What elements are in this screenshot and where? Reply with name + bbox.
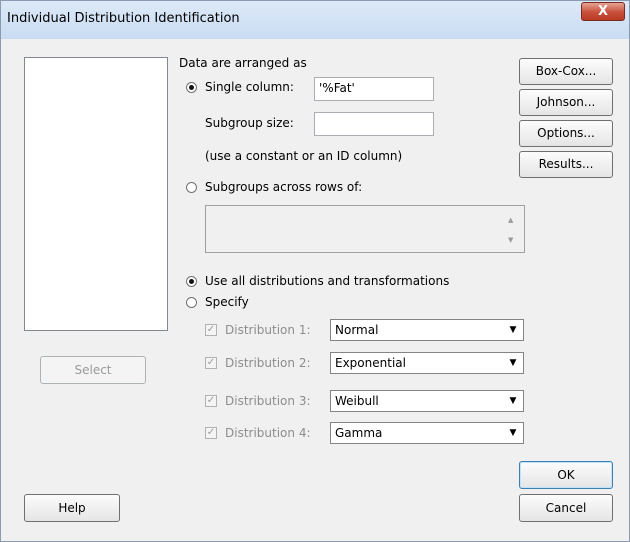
distribution-3-value: Weibull xyxy=(335,394,379,408)
distribution-4-checkbox[interactable]: ✓ xyxy=(205,427,217,439)
chevron-down-icon[interactable]: ▼ xyxy=(503,424,522,442)
use-all-label: Use all distributions and transformation… xyxy=(205,274,450,288)
distribution-3-label: Distribution 3: xyxy=(225,394,311,408)
distribution-1-select[interactable]: Normal ▼ xyxy=(330,319,524,341)
subgroups-rows-label: Subgroups across rows of: xyxy=(205,180,363,194)
distribution-4-select[interactable]: Gamma ▼ xyxy=(330,422,524,444)
box-cox-button[interactable]: Box-Cox... xyxy=(519,58,613,85)
johnson-button[interactable]: Johnson... xyxy=(519,89,613,116)
distribution-1-value: Normal xyxy=(335,323,379,337)
single-column-input[interactable]: '%Fat' xyxy=(314,77,434,101)
cancel-button[interactable]: Cancel xyxy=(519,494,613,522)
specify-label: Specify xyxy=(205,295,249,309)
distribution-2-checkbox[interactable]: ✓ xyxy=(205,357,217,369)
distribution-2-label: Distribution 2: xyxy=(225,356,311,370)
distribution-4-label: Distribution 4: xyxy=(225,426,311,440)
single-column-radio[interactable] xyxy=(186,82,197,93)
scroll-down-icon[interactable]: ▼ xyxy=(508,236,513,244)
hint-text: (use a constant or an ID column) xyxy=(205,149,403,163)
single-column-label: Single column: xyxy=(205,80,294,94)
chevron-down-icon[interactable]: ▼ xyxy=(503,392,522,410)
subgroups-rows-input[interactable]: ▲ ▼ xyxy=(205,205,525,253)
variable-listbox[interactable] xyxy=(24,57,168,331)
chevron-down-icon[interactable]: ▼ xyxy=(503,321,522,339)
close-button[interactable]: X xyxy=(581,2,625,21)
ok-button[interactable]: OK xyxy=(519,461,613,489)
arranged-heading: Data are arranged as xyxy=(179,56,307,70)
scroll-up-icon[interactable]: ▲ xyxy=(508,216,513,224)
distribution-2-value: Exponential xyxy=(335,356,406,370)
distribution-1-label: Distribution 1: xyxy=(225,323,311,337)
distribution-3-checkbox[interactable]: ✓ xyxy=(205,395,217,407)
window-title: Individual Distribution Identification xyxy=(7,11,240,26)
subgroup-size-input[interactable] xyxy=(314,112,434,136)
distribution-4-value: Gamma xyxy=(335,426,383,440)
subgroups-rows-radio[interactable] xyxy=(186,182,197,193)
chevron-down-icon[interactable]: ▼ xyxy=(503,354,522,372)
use-all-radio[interactable] xyxy=(186,276,197,287)
specify-radio[interactable] xyxy=(186,297,197,308)
title-bar: Individual Distribution Identification X xyxy=(1,1,629,39)
distribution-2-select[interactable]: Exponential ▼ xyxy=(330,352,524,374)
help-button[interactable]: Help xyxy=(24,494,120,522)
distribution-3-select[interactable]: Weibull ▼ xyxy=(330,390,524,412)
subgroup-size-label: Subgroup size: xyxy=(205,116,294,130)
select-button[interactable]: Select xyxy=(40,356,146,384)
options-button[interactable]: Options... xyxy=(519,120,613,147)
results-button[interactable]: Results... xyxy=(519,151,613,178)
distribution-1-checkbox[interactable]: ✓ xyxy=(205,324,217,336)
